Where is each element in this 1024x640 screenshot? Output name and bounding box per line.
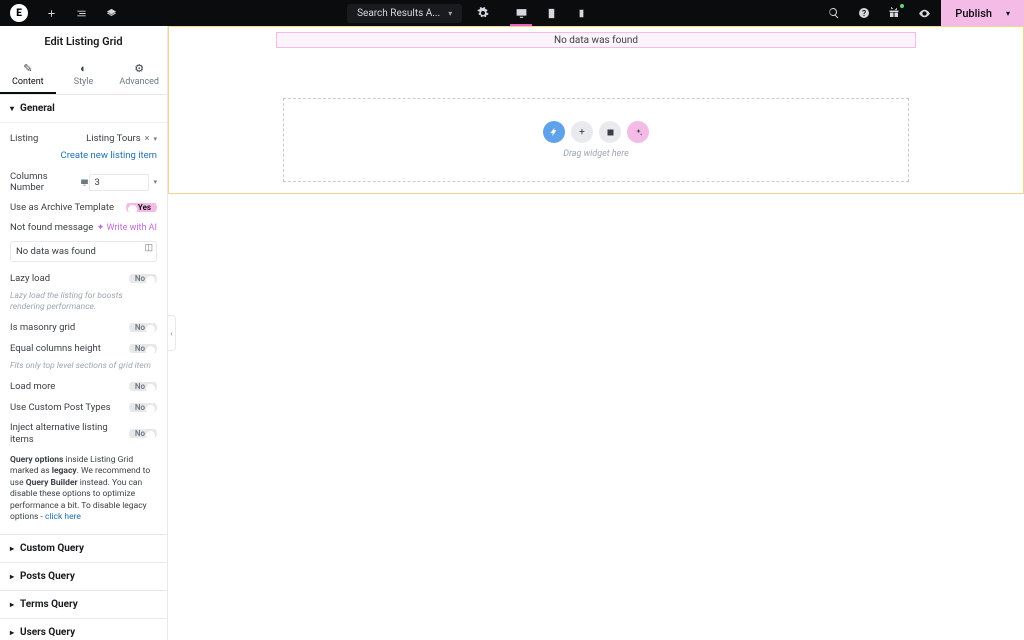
cpt-toggle[interactable]: No	[129, 401, 157, 414]
row-masonry: Is masonry grid No	[10, 317, 157, 338]
row-notfound: Not found message ✦ Write with AI	[10, 218, 157, 237]
editor-panel: Edit Listing Grid ✎ Content ◐ Style ⚙ Ad…	[0, 26, 168, 640]
section-custom-query[interactable]: ▸Custom Query	[0, 535, 167, 563]
add-icon[interactable]	[44, 6, 58, 20]
mobile-icon[interactable]	[574, 6, 588, 20]
clear-icon[interactable]: ×	[145, 134, 150, 144]
equal-toggle[interactable]: No	[129, 342, 157, 355]
legacy-note: Query options inside Listing Grid marked…	[10, 449, 157, 524]
caret-right-icon: ▸	[10, 572, 14, 581]
section-general[interactable]: ▾ General	[0, 95, 167, 123]
gear-icon: ⚙	[111, 62, 167, 75]
topbar-left: E	[0, 4, 128, 22]
row-columns: Columns Number ▾	[10, 167, 157, 197]
chevron-down-icon: ▾	[153, 135, 157, 143]
notfound-input[interactable]	[10, 241, 157, 262]
listing-grid-empty[interactable]: No data was found	[276, 32, 916, 48]
canvas: ‹ No data was found + Drag widget here	[168, 26, 1024, 640]
section-terms-query[interactable]: ▸Terms Query	[0, 591, 167, 619]
document-selector[interactable]: Search Results A... ▾	[347, 4, 462, 23]
panel-collapse-handle[interactable]: ‹	[168, 315, 176, 351]
desktop-icon[interactable]	[80, 178, 89, 187]
topbar-right	[817, 6, 941, 20]
masonry-toggle[interactable]: No	[129, 321, 157, 334]
responsive-devices	[504, 6, 598, 20]
caret-right-icon: ▸	[10, 600, 14, 609]
row-archive: Use as Archive Template Yes	[10, 197, 157, 218]
search-icon[interactable]	[827, 6, 841, 20]
loadmore-toggle[interactable]: No	[129, 380, 157, 393]
structure-icon[interactable]	[74, 6, 88, 20]
chevron-down-icon[interactable]: ▾	[1006, 9, 1010, 18]
elementor-logo[interactable]: E	[10, 4, 28, 22]
caret-down-icon: ▾	[10, 104, 14, 113]
help-icon[interactable]	[857, 6, 871, 20]
drop-zone[interactable]: + Drag widget here	[283, 98, 909, 182]
tab-content[interactable]: ✎ Content	[0, 56, 56, 94]
section-general-body: Listing Listing Tours × ▾ Create new lis…	[0, 123, 167, 535]
layers-icon[interactable]	[104, 6, 118, 20]
tab-style[interactable]: ◐ Style	[56, 56, 112, 94]
write-with-ai[interactable]: ✦ Write with AI	[97, 223, 157, 233]
publish-label: Publish	[955, 7, 992, 20]
gift-icon[interactable]	[887, 6, 901, 20]
row-loadmore: Load more No	[10, 376, 157, 397]
document-label: Search Results A...	[357, 8, 440, 19]
panel-scroll[interactable]: ▾ General Listing Listing Tours × ▾ Crea…	[0, 95, 167, 640]
row-equal: Equal columns height No	[10, 338, 157, 359]
section-posts-query[interactable]: ▸Posts Query	[0, 563, 167, 591]
pencil-icon: ✎	[0, 62, 56, 75]
panel-title: Edit Listing Grid	[0, 26, 167, 56]
lazy-toggle[interactable]: No	[129, 272, 157, 285]
columns-input-wrap: ▾	[89, 174, 157, 191]
dynamic-icon[interactable]: ◫	[144, 243, 153, 253]
caret-right-icon: ▸	[10, 628, 14, 637]
create-listing-link[interactable]: Create new listing item	[10, 148, 157, 167]
topbar: E Search Results A... ▾ Publish ▾	[0, 0, 1024, 26]
drop-buttons: +	[543, 121, 649, 143]
publish-button[interactable]: Publish ▾	[941, 0, 1024, 26]
template-button[interactable]	[599, 121, 621, 143]
row-cpt: Use Custom Post Types No	[10, 397, 157, 418]
ai-layout-button[interactable]	[627, 121, 649, 143]
caret-right-icon: ▸	[10, 544, 14, 553]
columns-input[interactable]	[89, 174, 149, 191]
add-widget-button[interactable]: +	[571, 121, 593, 143]
chevron-down-icon: ▾	[448, 9, 452, 18]
listing-select[interactable]: Listing Tours × ▾	[86, 133, 157, 144]
row-listing: Listing Listing Tours × ▾	[10, 129, 157, 148]
preview-icon[interactable]	[917, 6, 931, 20]
panel-tabs: ✎ Content ◐ Style ⚙ Advanced	[0, 56, 167, 95]
notfound-input-wrap: ◫	[10, 239, 157, 262]
chevron-down-icon[interactable]: ▾	[153, 178, 157, 186]
tablet-icon[interactable]	[544, 6, 558, 20]
row-inject: Inject alternative listing items No	[10, 418, 157, 449]
section-users-query[interactable]: ▸Users Query	[0, 619, 167, 640]
row-lazy: Lazy load No	[10, 268, 157, 289]
equal-hint: Fits only top level sections of grid ite…	[10, 359, 157, 376]
tab-advanced[interactable]: ⚙ Advanced	[111, 56, 167, 94]
drop-label: Drag widget here	[563, 149, 629, 159]
desktop-icon[interactable]	[514, 6, 528, 20]
lazy-hint: Lazy load the listing for boosts renderi…	[10, 289, 157, 317]
ai-button[interactable]	[543, 121, 565, 143]
disable-legacy-link[interactable]: click here	[45, 512, 81, 522]
settings-icon[interactable]	[476, 6, 490, 20]
inject-toggle[interactable]: No	[129, 427, 157, 440]
archive-toggle[interactable]: Yes	[126, 201, 157, 214]
topbar-mid: Search Results A... ▾	[347, 4, 598, 23]
contrast-icon: ◐	[56, 62, 112, 75]
